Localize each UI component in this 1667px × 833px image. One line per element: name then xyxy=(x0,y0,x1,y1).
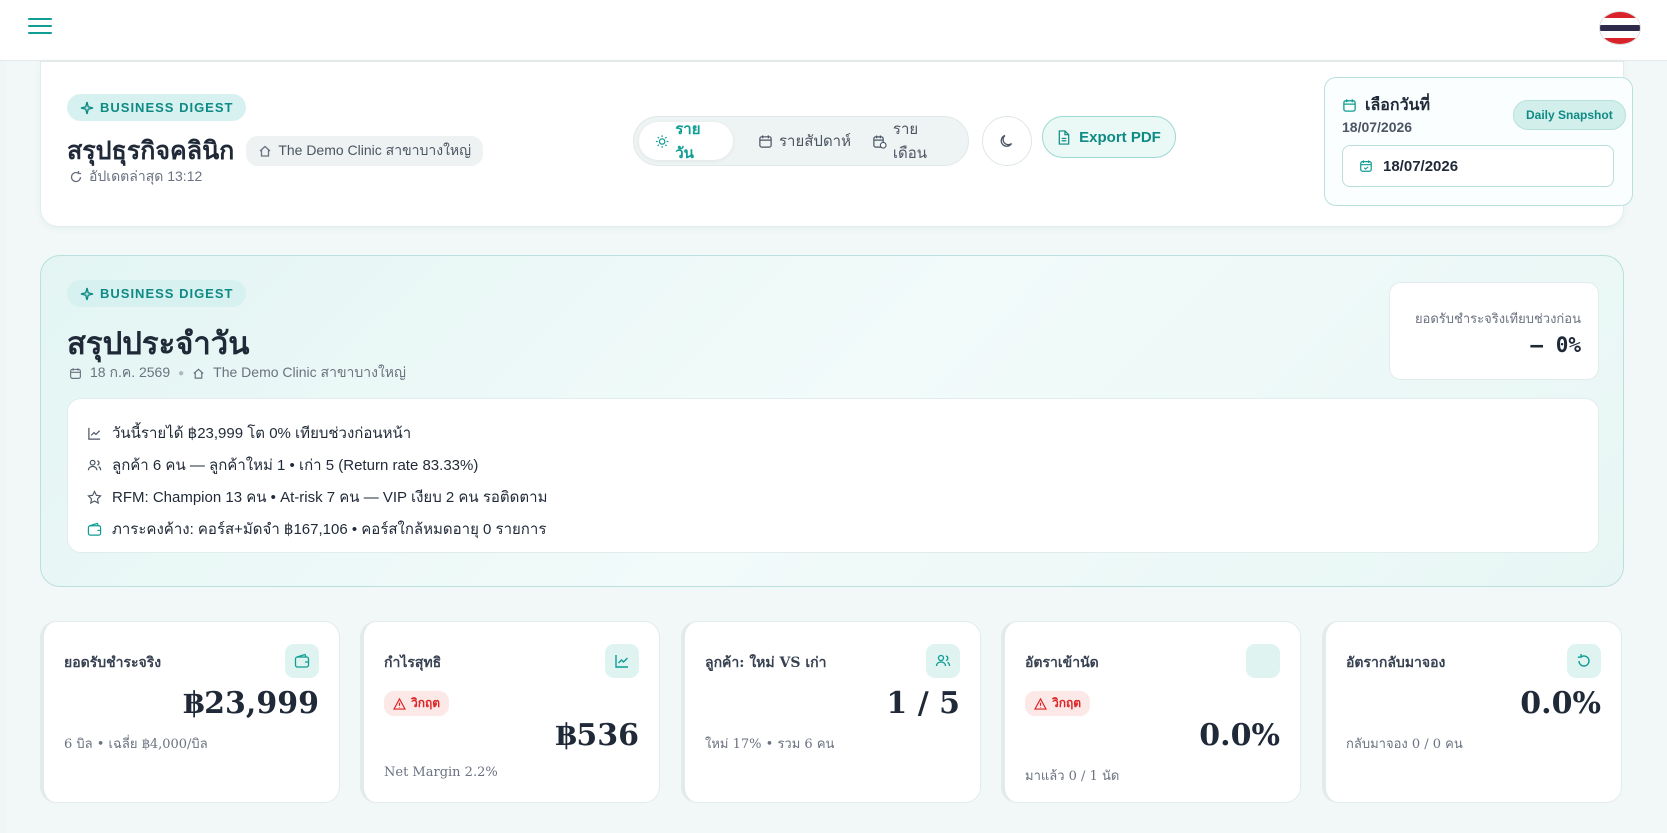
tab-weekly-label: รายสัปดาห์ xyxy=(779,133,851,150)
thai-flag-icon[interactable] xyxy=(1600,12,1640,44)
page-title: สรุปธุรกิจคลินิก xyxy=(67,137,235,165)
separator-dot: ● xyxy=(178,367,185,379)
daily-digest-card: BUSINESS DIGEST สรุปประจำวัน 18 ก.ค. 256… xyxy=(40,255,1624,587)
digest-summary-list: วันนี้รายได้ ฿23,999 โต 0% เทียบช่วงก่อน… xyxy=(67,398,1599,553)
branch-label: The Demo Clinic สาขาบางใหญ่ xyxy=(278,142,472,158)
list-item-text: ลูกค้า 6 คน — ลูกค้าใหม่ 1 • เก่า 5 (Ret… xyxy=(112,457,479,474)
kpi-sub: ใหม่ 17% • รวม 6 คน xyxy=(705,737,835,752)
kpi-card-revenue: ยอดรับชำระจริง ฿23,999 6 บิล • เฉลี่ย ฿4… xyxy=(40,621,340,803)
period-tabs: รายวัน รายสัปดาห์ รายเดือน xyxy=(633,116,969,166)
users-icon xyxy=(86,457,102,473)
calendar-icon xyxy=(70,367,81,379)
warning-icon xyxy=(1034,697,1047,710)
tab-monthly[interactable]: รายเดือน xyxy=(856,121,968,162)
file-icon xyxy=(1058,129,1070,145)
trend-icon xyxy=(605,644,639,678)
list-item: RFM: Champion 13 คน • At-risk 7 คน — VIP… xyxy=(86,481,1580,513)
business-digest-badge: BUSINESS DIGEST xyxy=(67,280,247,307)
list-item-text: RFM: Champion 13 คน • At-risk 7 คน — VIP… xyxy=(112,489,548,506)
home-icon xyxy=(259,145,271,157)
critical-label: วิกฤต xyxy=(1052,696,1082,710)
kpi-sub: มาแล้ว 0 / 1 นัด xyxy=(1025,769,1120,784)
export-label: Export PDF xyxy=(1079,128,1161,146)
kpi-title: อัตรากลับมาจอง xyxy=(1346,655,1446,671)
kpi-value: ฿23,999 xyxy=(183,686,319,721)
calendar-icon xyxy=(1343,99,1356,112)
blank-icon xyxy=(1246,644,1280,678)
wallet-icon xyxy=(86,521,102,537)
business-digest-badge: BUSINESS DIGEST xyxy=(67,94,247,121)
calendar-clock-icon xyxy=(873,134,887,149)
list-item-text: ภาระคงค้าง: คอร์ส+มัดจำ ฿167,106 • คอร์ส… xyxy=(112,521,547,538)
star-icon xyxy=(86,489,102,505)
list-item: ลูกค้า 6 คน — ลูกค้าใหม่ 1 • เก่า 5 (Ret… xyxy=(86,449,1580,481)
refresh-icon xyxy=(1567,644,1601,678)
critical-badge: วิกฤต xyxy=(1025,691,1091,716)
kpi-card-customers: ลูกค้า: ใหม่ VS เก่า 1 / 5 ใหม่ 17% • รว… xyxy=(681,621,981,803)
kpi-value: ฿536 xyxy=(555,718,640,753)
digest-title: สรุปประจำวัน xyxy=(67,326,250,361)
selected-date-text: 18/07/2026 xyxy=(1342,119,1413,135)
critical-label: วิกฤต xyxy=(411,696,441,710)
kpi-sub: กลับมาจอง 0 / 0 คน xyxy=(1346,737,1463,752)
dark-mode-button[interactable] xyxy=(982,116,1032,166)
header-card: BUSINESS DIGEST สรุปธุรกิจคลินิก The Dem… xyxy=(40,61,1633,227)
kpi-value: 1 / 5 xyxy=(886,686,960,721)
refresh-icon xyxy=(70,171,82,183)
menu-icon[interactable] xyxy=(28,18,52,38)
kpi-card-net-profit: กำไรสุทธิ วิกฤต ฿536 Net Margin 2.2% xyxy=(360,621,660,803)
sun-icon xyxy=(655,134,669,148)
date-input[interactable]: 18/07/2026 xyxy=(1342,145,1614,187)
list-item-text: วันนี้รายได้ ฿23,999 โต 0% เทียบช่วงก่อน… xyxy=(112,425,412,442)
badge-label: BUSINESS DIGEST xyxy=(100,286,234,301)
kpi-title: ยอดรับชำระจริง xyxy=(64,655,162,671)
kpi-value: 0.0% xyxy=(1199,718,1280,753)
top-bar xyxy=(0,0,1667,61)
kpi-value: 0.0% xyxy=(1520,686,1601,721)
date-input-value: 18/07/2026 xyxy=(1383,157,1459,175)
branch-pill: The Demo Clinic สาขาบางใหญ่ xyxy=(246,136,484,166)
kpi-title: อัตราเข้านัด xyxy=(1025,655,1099,671)
badge-label: BUSINESS DIGEST xyxy=(100,100,234,115)
users-icon xyxy=(926,644,960,678)
moon-icon xyxy=(1000,134,1013,147)
kpi-card-rebooking: อัตรากลับมาจอง 0.0% กลับมาจอง 0 / 0 คน xyxy=(1322,621,1622,803)
compare-value: — 0% xyxy=(1530,333,1581,357)
kpi-sub: Net Margin 2.2% xyxy=(384,765,498,780)
digest-date: 18 ก.ค. 2569 xyxy=(90,364,171,380)
compare-label: ยอดรับชำระจริงเทียบช่วงก่อน xyxy=(1414,311,1581,326)
revenue-compare-box: ยอดรับชำระจริงเทียบช่วงก่อน — 0% xyxy=(1389,282,1599,380)
sparkle-icon xyxy=(80,287,94,300)
tab-monthly-label: รายเดือน xyxy=(892,121,928,162)
kpi-sub: 6 บิล • เฉลี่ย ฿4,000/บิล xyxy=(64,737,208,752)
tab-daily-label: รายวัน xyxy=(675,121,701,162)
kpi-title: ลูกค้า: ใหม่ VS เก่า xyxy=(705,655,827,671)
list-item: วันนี้รายได้ ฿23,999 โต 0% เทียบช่วงก่อน… xyxy=(86,417,1580,449)
kpi-card-attendance: อัตราเข้านัด วิกฤต 0.0% มาแล้ว 0 / 1 นัด xyxy=(1001,621,1301,803)
last-updated: อัปเดตล่าสุด 13:12 xyxy=(89,168,203,184)
trend-icon xyxy=(86,425,102,441)
warning-icon xyxy=(393,697,406,710)
digest-branch: The Demo Clinic สาขาบางใหญ่ xyxy=(213,364,406,380)
critical-badge: วิกฤต xyxy=(384,691,450,716)
tab-daily[interactable]: รายวัน xyxy=(639,121,733,162)
daily-snapshot-badge: Daily Snapshot xyxy=(1513,100,1626,130)
calendar-check-icon xyxy=(1360,160,1372,172)
export-pdf-button[interactable]: Export PDF xyxy=(1042,116,1176,158)
tab-weekly[interactable]: รายสัปดาห์ xyxy=(742,122,867,160)
list-item: ภาระคงค้าง: คอร์ส+มัดจำ ฿167,106 • คอร์ส… xyxy=(86,513,1580,545)
home-icon xyxy=(193,368,204,379)
kpi-title: กำไรสุทธิ xyxy=(384,655,442,671)
wallet-icon xyxy=(285,644,319,678)
calendar-icon xyxy=(759,134,772,148)
date-picker-panel: เลือกวันที่ 18/07/2026 Daily Snapshot 18… xyxy=(1324,77,1633,206)
sparkle-icon xyxy=(80,101,94,114)
date-picker-label: เลือกวันที่ xyxy=(1365,97,1431,114)
main-area: BUSINESS DIGEST สรุปธุรกิจคลินิก The Dem… xyxy=(6,61,1667,833)
